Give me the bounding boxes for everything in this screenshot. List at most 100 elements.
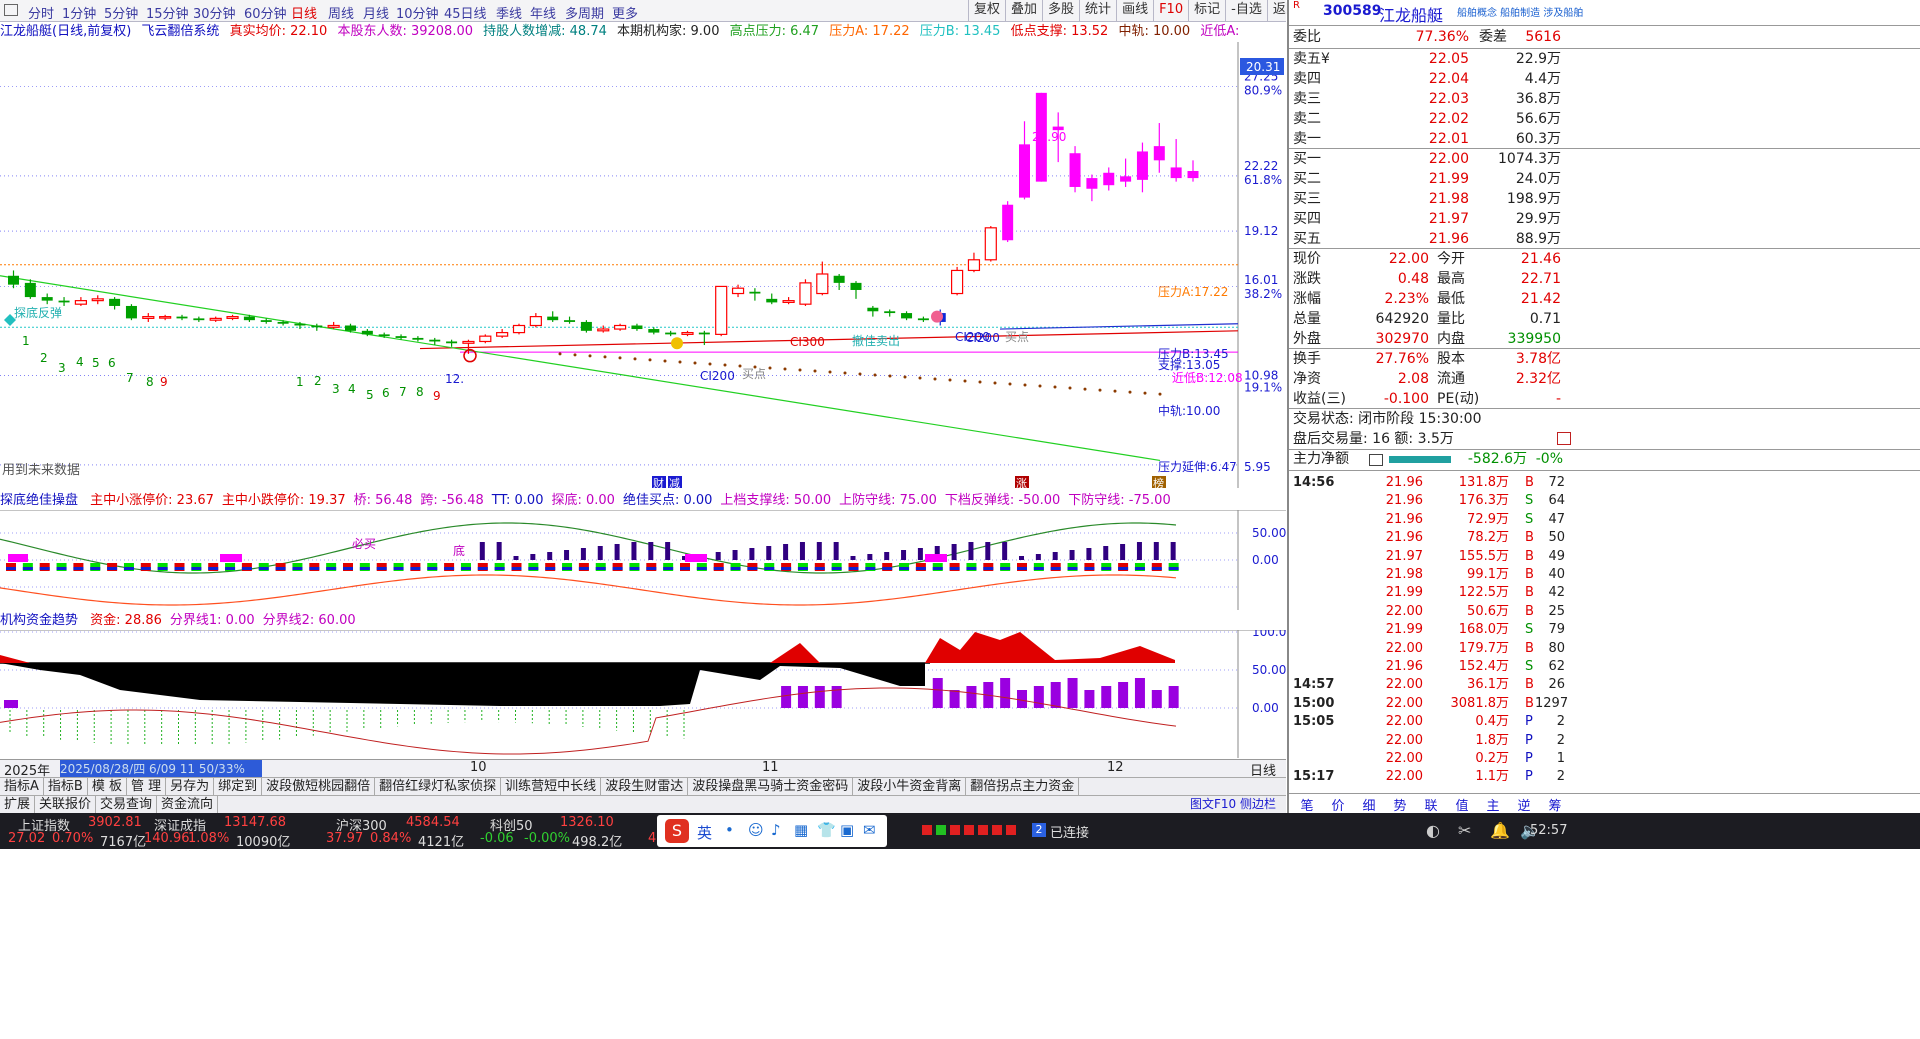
indicator-tab-1[interactable]: 指标B	[44, 778, 88, 795]
extension-tab-2[interactable]: 交易查询	[96, 796, 158, 813]
tool-button-4[interactable]: 画线	[1116, 0, 1153, 22]
ind1-bar	[968, 542, 974, 560]
tool-button-2[interactable]: 多股	[1042, 0, 1079, 22]
indicator-tab-12[interactable]: 翻倍拐点主力资金	[966, 778, 1080, 795]
ind1-block	[797, 567, 808, 570]
ime-tool-icon-0[interactable]: •	[725, 821, 734, 839]
period-tab-4[interactable]: 30分钟	[193, 3, 236, 22]
quote-tab-2[interactable]: 细	[1355, 795, 1383, 814]
indicator-tab-0[interactable]: 指标A	[0, 778, 44, 795]
tool-button-5[interactable]: F10	[1153, 0, 1188, 22]
tick-count-13: 2	[1556, 714, 1565, 730]
period-tab-11[interactable]: 季线	[496, 3, 522, 22]
tray-icon-1[interactable]: ✂	[1458, 821, 1471, 840]
candle	[984, 226, 997, 262]
indicator-tab-4[interactable]: 另存为	[166, 778, 215, 795]
period-tab-14[interactable]: 更多	[612, 3, 638, 22]
indicator-1-chart[interactable]: 50.00 0.00 必买 底	[0, 510, 1286, 610]
period-tab-0[interactable]: 分时	[28, 3, 54, 22]
price-axis-label-8: 19.1%	[1244, 381, 1282, 395]
tool-button-0[interactable]: 复权	[968, 0, 1005, 22]
sidebar-link[interactable]: 侧边栏	[1240, 795, 1276, 812]
grid-menu-icon[interactable]	[4, 4, 18, 16]
label-ci200-a: CI200	[700, 369, 735, 383]
indicator-2-chart[interactable]: 100.0 50.00 0.00	[0, 630, 1286, 758]
support-line	[419, 330, 1239, 350]
period-tab-13[interactable]: 多周期	[565, 3, 604, 22]
ind1-block	[983, 567, 994, 570]
seq-b-4: 5	[366, 388, 374, 402]
ime-tool-icon-4[interactable]: 👕	[817, 821, 836, 839]
f10-link[interactable]: 图文F10	[1190, 795, 1236, 812]
bid-vol-4: 88.9万	[1515, 231, 1561, 247]
period-tab-7[interactable]: 周线	[328, 3, 354, 22]
tool-button-3[interactable]: 统计	[1079, 0, 1116, 22]
connection-status[interactable]: 已连接	[1050, 822, 1089, 841]
period-tab-5[interactable]: 60分钟	[244, 3, 287, 22]
tool-button-6[interactable]: 标记	[1188, 0, 1225, 22]
ime-lang[interactable]: 英	[697, 822, 712, 843]
ind1-block	[393, 567, 404, 570]
extension-tab-3[interactable]: 资金流向	[157, 796, 219, 813]
extension-tab-0[interactable]: 扩展	[0, 796, 36, 813]
stat-value2-4: 339950	[1507, 331, 1561, 347]
ime-tool-icon-1[interactable]: ☺	[748, 821, 764, 839]
quote-tab-3[interactable]: 势	[1386, 795, 1414, 814]
period-tab-3[interactable]: 15分钟	[146, 3, 189, 22]
quote-tab-0[interactable]: 笔	[1293, 795, 1321, 814]
indicator-tab-3[interactable]: 管 理	[127, 778, 167, 795]
middle-dot	[693, 361, 697, 365]
table-icon[interactable]	[1369, 454, 1383, 466]
indicator-tab-10[interactable]: 波段操盘黑马骑士资金密码	[688, 778, 854, 795]
quote-tab-1[interactable]: 价	[1324, 795, 1352, 814]
fin-label2-1: 流通	[1437, 371, 1465, 387]
tick-count-3: 50	[1548, 530, 1565, 546]
tick-price-8: 21.99	[1385, 622, 1423, 638]
ind1-bar	[530, 554, 536, 560]
tick-count-14: 2	[1556, 732, 1565, 748]
label-buy-point-b: 买点	[1005, 330, 1029, 344]
quote-tab-5[interactable]: 值	[1448, 795, 1476, 814]
quote-tab-7[interactable]: 逆	[1510, 795, 1538, 814]
tick-vol-12: 3081.8万	[1450, 695, 1510, 711]
tick-price-0: 21.96	[1385, 475, 1423, 490]
ime-tool-icon-2[interactable]: ♪	[771, 821, 781, 839]
ime-tool-icon-6[interactable]: ✉	[863, 821, 876, 839]
indicator-tab-9[interactable]: 波段生财雷达	[601, 778, 689, 795]
indicator-tab-5[interactable]: 绑定到	[214, 778, 263, 795]
ind1-block	[680, 567, 690, 570]
period-tab-9[interactable]: 10分钟	[396, 3, 439, 22]
period-tab-10[interactable]: 45日线	[444, 3, 487, 22]
candle	[109, 297, 121, 310]
ind1-block	[410, 567, 421, 570]
period-tab-6[interactable]: 日线	[291, 3, 317, 22]
indicator-tab-8[interactable]: 训练营短中长线	[501, 778, 602, 795]
tool-button-7[interactable]: -自选	[1225, 0, 1267, 22]
period-tab-1[interactable]: 1分钟	[62, 3, 96, 22]
kline-chart[interactable]: 27.2580.9%22.2261.8%19.1216.0138.2%10.98…	[0, 42, 1286, 488]
quote-tab-4[interactable]: 联	[1417, 795, 1445, 814]
indicator-tab-7[interactable]: 翻倍红绿灯私家侦探	[375, 778, 502, 795]
ime-tool-icon-5[interactable]: ▣	[840, 821, 854, 839]
ime-tool-icon-3[interactable]: ▦	[794, 821, 808, 839]
tool-button-1[interactable]: 叠加	[1005, 0, 1042, 22]
tray-icon-2[interactable]: 🔔	[1490, 821, 1510, 840]
ask-vol-0: 22.9万	[1515, 51, 1561, 67]
indicator-tab-2[interactable]: 模 板	[88, 778, 127, 795]
tray-icon-0[interactable]: ◐	[1426, 821, 1440, 840]
indicator-tab-11[interactable]: 波段小牛资金背离	[853, 778, 967, 795]
period-tab-8[interactable]: 月线	[363, 3, 389, 22]
ind2-purple-bar	[814, 686, 825, 708]
ind1-block	[326, 567, 337, 570]
quote-tab-8[interactable]: 筹	[1541, 795, 1569, 814]
extension-tab-1[interactable]: 关联报价	[35, 796, 97, 813]
chart-icon[interactable]	[1557, 432, 1571, 445]
quote-tab-6[interactable]: 主	[1479, 795, 1507, 814]
period-tab-2[interactable]: 5分钟	[104, 3, 138, 22]
indicator-tab-6[interactable]: 波段傲短桃园翻倍	[262, 778, 376, 795]
tick-vol-2: 72.9万	[1467, 511, 1509, 527]
divider	[1289, 348, 1920, 349]
info-middle: 中轨: 10.00	[1118, 24, 1191, 39]
period-tab-12[interactable]: 年线	[530, 3, 556, 22]
ime-toolbar[interactable]: S 英 • ☺ ♪ ▦ 👕 ▣ ✉	[657, 815, 887, 847]
